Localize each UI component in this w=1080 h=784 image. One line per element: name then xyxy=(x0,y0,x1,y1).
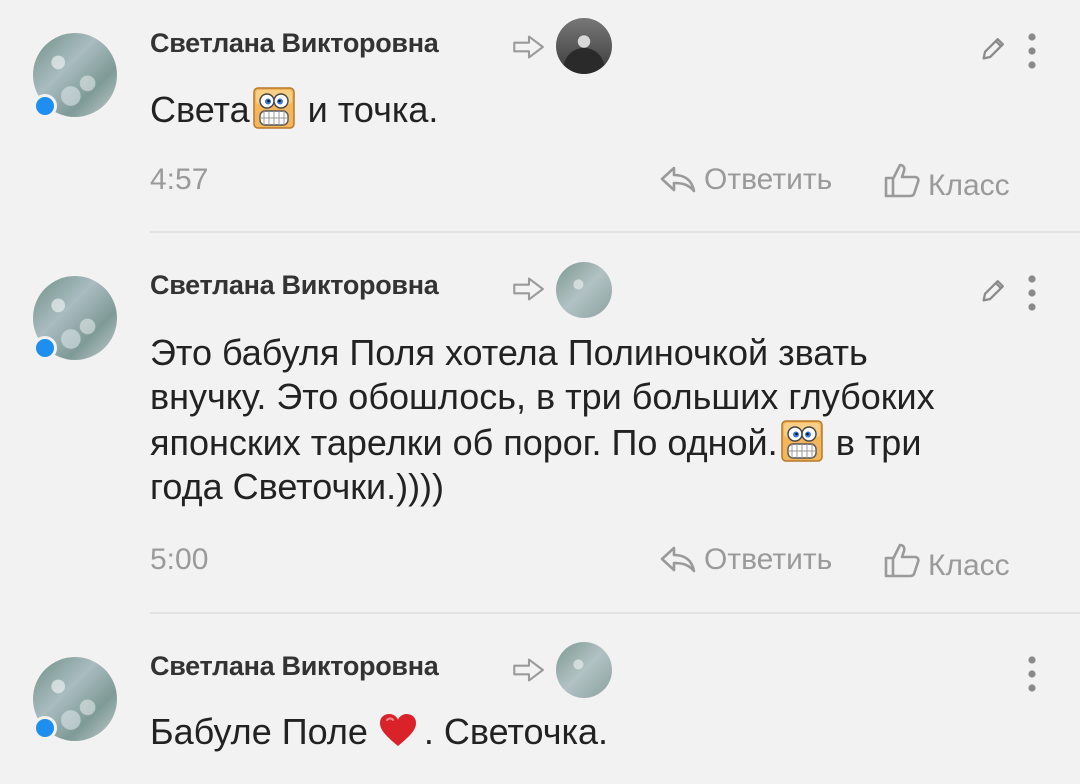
author-name[interactable]: Светлана Викторовна xyxy=(150,28,439,59)
reply-target-avatar[interactable] xyxy=(556,18,612,74)
comment-text-line: японских тарелки об порог. По одной. в т… xyxy=(150,419,1030,465)
author-name[interactable]: Светлана Викторовна xyxy=(150,270,439,301)
thumb-up-icon xyxy=(882,160,922,200)
reply-icon xyxy=(658,544,698,574)
arrow-right-icon xyxy=(509,657,549,683)
comment-text-part: Бабуле Поле xyxy=(150,711,368,752)
comment-text-line: Это бабуля Поля хотела Полиночкой звать xyxy=(150,332,868,373)
more-icon[interactable] xyxy=(1026,31,1038,71)
comment-text-part: . Светочка. xyxy=(423,711,609,752)
reply-target-avatar[interactable] xyxy=(556,262,612,318)
edit-icon[interactable] xyxy=(978,34,1008,64)
comment-time: 4:57 xyxy=(150,163,209,196)
edit-icon[interactable] xyxy=(978,276,1008,306)
comment-text-part: Света xyxy=(150,89,250,130)
more-icon[interactable] xyxy=(1026,654,1038,694)
grin-emoji-icon xyxy=(252,86,296,130)
author-name[interactable]: Светлана Викторовна xyxy=(150,651,439,682)
online-status-icon xyxy=(33,716,57,740)
comment-text-line: года Светочки.)))) xyxy=(150,466,445,507)
like-label: Класс xyxy=(928,169,1010,202)
like-button[interactable]: Класс xyxy=(882,160,1010,203)
online-status-icon xyxy=(33,94,57,118)
grin-emoji-icon xyxy=(780,419,824,463)
divider xyxy=(150,612,1080,614)
more-icon[interactable] xyxy=(1026,273,1038,313)
reply-button[interactable]: Ответить xyxy=(658,163,832,197)
arrow-right-icon xyxy=(509,34,549,60)
divider xyxy=(150,231,1080,233)
thumb-up-icon xyxy=(882,540,922,580)
reply-label: Ответить xyxy=(704,163,833,196)
reply-target-avatar[interactable] xyxy=(556,642,612,698)
online-status-icon xyxy=(33,336,57,360)
comment-text-part: японских тарелки об порог. По одной. xyxy=(150,422,778,463)
comment-text: Света и точка. xyxy=(150,86,1030,132)
comment-text: Это бабуля Поля хотела Полиночкой звать … xyxy=(150,331,1030,509)
comment-text-part: и точка. xyxy=(307,89,439,130)
heart-icon xyxy=(378,712,418,748)
like-button[interactable]: Класс xyxy=(882,540,1010,583)
like-label: Класс xyxy=(928,549,1010,582)
comment-text: Бабуле Поле . Светочка. xyxy=(150,710,1030,754)
reply-icon xyxy=(658,164,698,194)
reply-button[interactable]: Ответить xyxy=(658,543,832,577)
comment-text-line: внучку. Это обошлось, в три больших глуб… xyxy=(150,376,935,417)
comment-text-part: в три xyxy=(835,422,922,463)
reply-label: Ответить xyxy=(704,543,833,576)
arrow-right-icon xyxy=(509,276,549,302)
comment-time: 5:00 xyxy=(150,543,209,576)
